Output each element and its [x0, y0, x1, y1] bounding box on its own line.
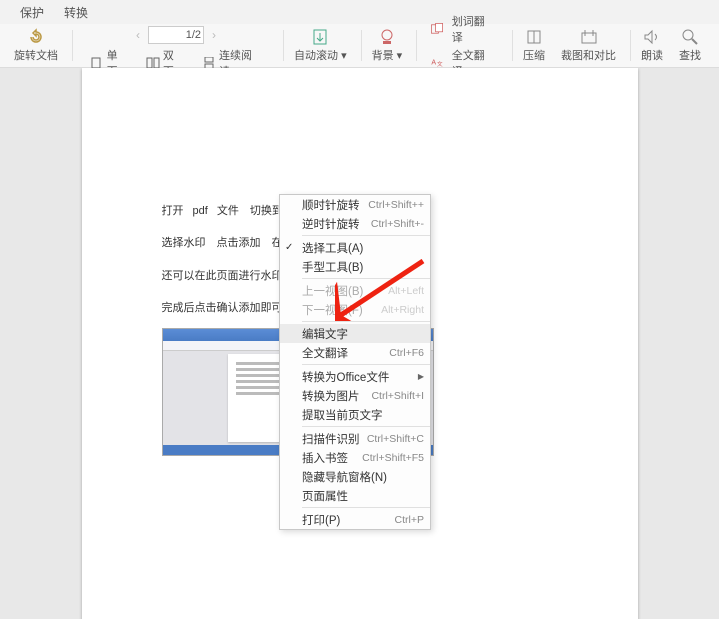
read-aloud-button[interactable]: 朗读	[641, 28, 663, 63]
context-menu-item[interactable]: 转换为图片 Ctrl+Shift+I	[280, 386, 430, 405]
context-menu-item-label: 上一视图(B)	[302, 283, 363, 299]
context-menu-item[interactable]: 转换为Office文件 ▶	[280, 367, 430, 386]
highlight-translate-button[interactable]: 划词翻译	[449, 12, 498, 46]
context-menu-item-label: 隐藏导航窗格(N)	[302, 469, 387, 485]
page-nav: ‹ ›	[132, 26, 220, 44]
menu-convert[interactable]: 转换	[54, 0, 98, 25]
context-menu-separator	[302, 235, 430, 236]
svg-text:A: A	[431, 59, 436, 66]
context-menu-item[interactable]: 顺时针旋转 Ctrl+Shift++	[280, 195, 430, 214]
background-label: 背景 ▾	[372, 47, 403, 63]
context-menu: 顺时针旋转 Ctrl+Shift++ 逆时针旋转 Ctrl+Shift+- ✓ 选择工具(…	[279, 194, 431, 530]
menubar: 保护 转换	[0, 0, 719, 24]
prev-page-button[interactable]: ‹	[132, 28, 144, 42]
context-menu-item[interactable]: 逆时针旋转 Ctrl+Shift+-	[280, 214, 430, 233]
auto-scroll-icon	[310, 28, 330, 46]
context-menu-item: 上一视图(B) Alt+Left	[280, 281, 430, 300]
context-menu-item-label: 打印(P)	[302, 512, 340, 528]
next-page-button[interactable]: ›	[208, 28, 220, 42]
rotate-button[interactable]: 旋转文档	[14, 28, 58, 63]
compress-button[interactable]: 压缩	[523, 28, 545, 63]
auto-scroll-button[interactable]: 自动滚动 ▾	[294, 28, 347, 63]
crop-compare-icon	[579, 28, 599, 46]
context-menu-item-label: 手型工具(B)	[302, 259, 363, 275]
context-menu-separator	[302, 426, 430, 427]
context-menu-shortcut: Alt+Right	[381, 304, 424, 316]
context-menu-item[interactable]: 扫描件识别 Ctrl+Shift+C	[280, 429, 430, 448]
context-menu-item-label: 页面属性	[302, 488, 348, 504]
context-menu-item[interactable]: 隐藏导航窗格(N)	[280, 467, 430, 486]
menu-protect[interactable]: 保护	[10, 0, 54, 25]
speaker-icon	[642, 28, 662, 46]
svg-text:文: 文	[437, 59, 443, 67]
highlight-translate-icon	[427, 20, 447, 38]
context-menu-item[interactable]: ✓ 选择工具(A)	[280, 238, 430, 257]
context-menu-item: 下一视图(F) Alt+Right	[280, 300, 430, 319]
context-menu-item-label: 选择工具(A)	[302, 240, 363, 256]
context-menu-item-label: 顺时针旋转	[302, 197, 360, 213]
context-menu-separator	[302, 321, 430, 322]
context-menu-shortcut: Ctrl+Shift+C	[367, 433, 424, 445]
context-menu-item[interactable]: 全文翻译 Ctrl+F6	[280, 343, 430, 362]
context-menu-item-label: 扫描件识别	[302, 431, 360, 447]
compress-label: 压缩	[523, 47, 545, 63]
context-menu-shortcut: Ctrl+Shift++	[368, 199, 424, 211]
context-menu-item[interactable]: 手型工具(B)	[280, 257, 430, 276]
context-menu-shortcut: Ctrl+Shift+-	[371, 218, 424, 230]
context-menu-item[interactable]: 编辑文字	[280, 324, 430, 343]
context-menu-separator	[302, 507, 430, 508]
page-number-input[interactable]	[148, 26, 204, 44]
crop-compare-button[interactable]: 裁图和对比	[561, 28, 616, 63]
toolbar: 旋转文档 ‹ › 单页 双页 连续阅读	[0, 24, 719, 68]
context-menu-item-label: 下一视图(F)	[302, 302, 363, 318]
context-menu-item[interactable]: 插入书签 Ctrl+Shift+F5	[280, 448, 430, 467]
background-button[interactable]: 背景 ▾	[372, 28, 403, 63]
context-menu-shortcut: Ctrl+Shift+I	[371, 390, 424, 402]
context-menu-separator	[302, 278, 430, 279]
background-icon	[377, 28, 397, 46]
context-menu-item-label: 全文翻译	[302, 345, 348, 361]
context-menu-shortcut: Ctrl+F6	[389, 347, 424, 359]
find-label: 查找	[679, 47, 701, 63]
read-aloud-label: 朗读	[641, 47, 663, 63]
context-menu-item-label: 转换为图片	[302, 388, 360, 404]
context-menu-item-label: 逆时针旋转	[302, 216, 360, 232]
chevron-right-icon: ▶	[418, 372, 424, 381]
context-menu-shortcut: Ctrl+P	[395, 514, 424, 526]
context-menu-shortcut: Ctrl+Shift+F5	[362, 452, 424, 464]
context-menu-item[interactable]: 打印(P) Ctrl+P	[280, 510, 430, 529]
context-menu-item-label: 编辑文字	[302, 326, 348, 342]
context-menu-item-label: 提取当前页文字	[302, 407, 383, 423]
crop-compare-label: 裁图和对比	[561, 47, 616, 63]
context-menu-separator	[302, 364, 430, 365]
search-icon	[680, 28, 700, 46]
check-icon: ✓	[285, 242, 293, 253]
rotate-label: 旋转文档	[14, 47, 58, 63]
context-menu-item[interactable]: 页面属性	[280, 486, 430, 505]
compress-icon	[524, 28, 544, 46]
find-button[interactable]: 查找	[679, 28, 701, 63]
context-menu-item[interactable]: 提取当前页文字	[280, 405, 430, 424]
rotate-icon	[26, 28, 46, 46]
context-menu-item-label: 转换为Office文件	[302, 369, 389, 385]
auto-scroll-label: 自动滚动 ▾	[294, 47, 347, 63]
context-menu-item-label: 插入书签	[302, 450, 348, 466]
context-menu-shortcut: Alt+Left	[388, 285, 424, 297]
